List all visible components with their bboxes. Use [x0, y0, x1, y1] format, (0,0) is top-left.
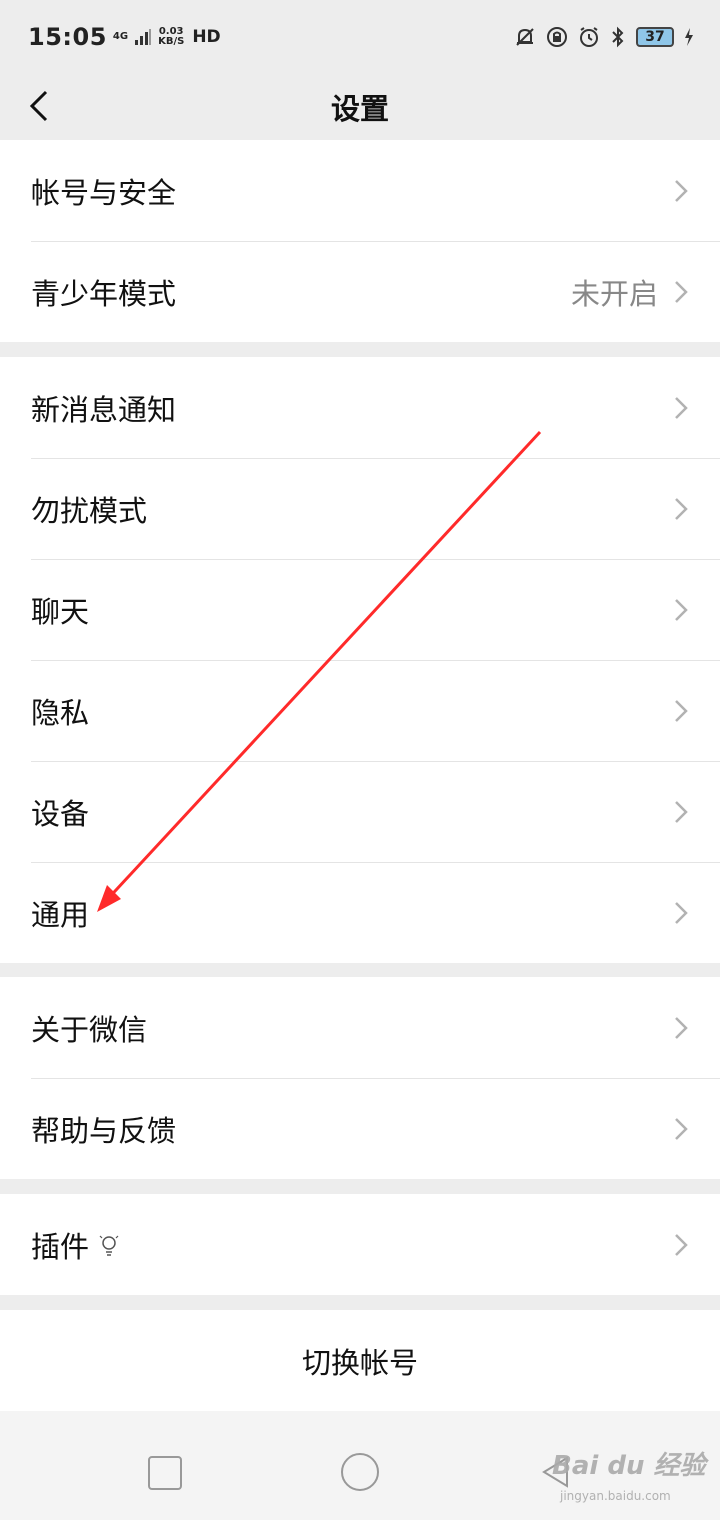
page-title: 设置 [330, 92, 389, 126]
home-button[interactable] [341, 1453, 379, 1491]
settings-item-plugins[interactable]: 插件 [0, 1194, 720, 1295]
settings-item-account-security[interactable]: 帐号与安全 [0, 140, 720, 241]
settings-item-teen-mode[interactable]: 青少年模式 未开启 [0, 241, 720, 342]
hd-badge: HD [192, 27, 221, 47]
chevron-right-icon [675, 1233, 688, 1256]
lightbulb-icon [99, 1235, 119, 1256]
charging-icon [685, 28, 693, 46]
chevron-right-icon [675, 598, 688, 621]
chevron-right-icon [675, 1016, 688, 1039]
chevron-right-icon [675, 280, 688, 303]
settings-item-label: 关于微信 [31, 1012, 148, 1047]
mute-icon [516, 28, 534, 46]
alarm-icon [580, 27, 598, 47]
system-nav-bar: Bai du 经验 jingyan.baidu.com [0, 1411, 720, 1520]
settings-item-value: 未开启 [570, 276, 658, 311]
chevron-right-icon [675, 699, 688, 722]
back-arrow-icon[interactable] [22, 86, 62, 126]
nav-bar: 设置 [0, 74, 720, 140]
settings-item-privacy[interactable]: 隐私 [0, 660, 720, 761]
settings-item-label: 插件 [31, 1229, 90, 1264]
status-time: 15:05 [28, 23, 107, 51]
settings-item-chat[interactable]: 聊天 [0, 559, 720, 660]
settings-item-general[interactable]: 通用 [0, 862, 720, 963]
status-left: 15:05 4G 0.03 KB/S HD [28, 23, 221, 51]
signal-icon [135, 29, 152, 45]
settings-item-label: 隐私 [31, 695, 90, 730]
battery-level: 37 [645, 29, 665, 45]
rotation-lock-icon [547, 27, 567, 47]
switch-account-label: 切换帐号 [301, 1345, 418, 1380]
settings-item-devices[interactable]: 设备 [0, 761, 720, 862]
recent-apps-button[interactable] [148, 1456, 182, 1490]
speed-unit: KB/S [158, 36, 185, 47]
settings-item-label: 勿扰模式 [31, 493, 148, 528]
settings-group-plugins: 插件 [0, 1194, 720, 1295]
bluetooth-icon [612, 26, 624, 48]
settings-item-about-wechat[interactable]: 关于微信 [0, 977, 720, 1078]
settings-group-general: 新消息通知 勿扰模式 聊天 隐私 设备 通用 [0, 357, 720, 963]
settings-item-notifications[interactable]: 新消息通知 [0, 357, 720, 458]
chevron-right-icon [675, 800, 688, 823]
status-bar: 15:05 4G 0.03 KB/S HD 37 [0, 0, 720, 74]
settings-item-do-not-disturb[interactable]: 勿扰模式 [0, 458, 720, 559]
battery-indicator: 37 [636, 27, 674, 47]
settings-group-account: 帐号与安全 青少年模式 未开启 [0, 140, 720, 342]
settings-item-label: 设备 [31, 796, 90, 831]
settings-item-help-feedback[interactable]: 帮助与反馈 [0, 1078, 720, 1179]
settings-item-label: 帮助与反馈 [31, 1113, 177, 1148]
network-label: 4G [112, 31, 129, 42]
chevron-right-icon [675, 396, 688, 419]
chevron-right-icon [675, 901, 688, 924]
chevron-right-icon [675, 497, 688, 520]
settings-item-label: 通用 [31, 897, 90, 932]
settings-item-label-wrap: 插件 [31, 1224, 672, 1266]
settings-item-label: 帐号与安全 [31, 175, 177, 210]
settings-item-label: 新消息通知 [31, 392, 177, 427]
status-right: 37 [514, 26, 694, 48]
chevron-right-icon [675, 179, 688, 202]
chevron-right-icon [675, 1117, 688, 1140]
settings-item-label: 聊天 [31, 594, 90, 629]
watermark-logo: Bai du 经验 [552, 1451, 706, 1481]
switch-account-button[interactable]: 切换帐号 [0, 1310, 720, 1411]
settings-item-label: 青少年模式 [31, 276, 177, 311]
watermark-url: jingyan.baidu.com [560, 1489, 671, 1503]
settings-group-about: 关于微信 帮助与反馈 [0, 977, 720, 1179]
speed-indicator: 0.03 KB/S [158, 27, 184, 47]
network-type: 4G [113, 32, 128, 42]
